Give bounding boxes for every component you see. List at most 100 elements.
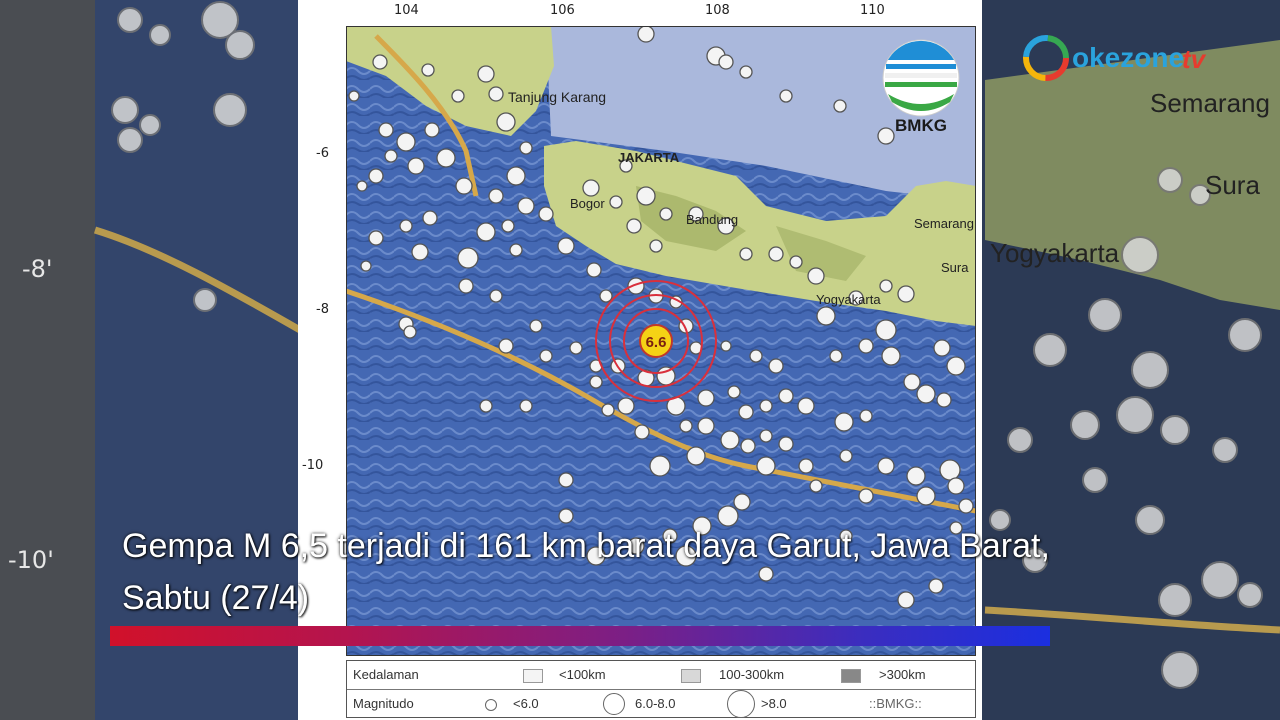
bg-place-yogyakarta: Yogyakarta: [990, 238, 1120, 268]
earthquake-event-marker: [679, 419, 693, 433]
legend-mag-item: 6.0-8.0: [635, 696, 676, 711]
earthquake-event-marker: [839, 449, 853, 463]
legend-depth-swatch: [681, 669, 701, 683]
earthquake-event-marker: [834, 412, 854, 432]
place-yogyakarta: Yogyakarta: [816, 292, 881, 307]
earthquake-event-marker: [809, 479, 823, 493]
earthquake-event-marker: [517, 197, 535, 215]
earthquake-event-marker: [656, 366, 676, 386]
earthquake-event-marker: [877, 457, 895, 475]
earthquake-event-marker: [378, 122, 394, 138]
earthquake-event-marker: [779, 89, 793, 103]
earthquake-event-marker: [807, 267, 825, 285]
bg-place-surabaya: Sura: [1205, 170, 1260, 200]
lat-tick: -8: [316, 302, 329, 317]
earthquake-event-marker: [778, 388, 794, 404]
legend-mag-medium-icon: [603, 693, 625, 715]
earthquake-event-marker: [360, 260, 372, 272]
earthquake-event-marker: [455, 177, 473, 195]
earthquake-event-marker: [601, 403, 615, 417]
earthquake-event-marker: [686, 446, 706, 466]
legend-mag-large-icon: [727, 690, 755, 718]
legend-magnitude-row: Magnitudo <6.0 6.0-8.0 >8.0 ::BMKG::: [347, 690, 975, 718]
earthquake-event-marker: [718, 54, 734, 70]
okezone-tv-suffix: tv: [1182, 44, 1206, 74]
earthquake-event-marker: [582, 179, 600, 197]
legend-depth-item: 100-300km: [719, 667, 785, 682]
earthquake-event-marker: [859, 409, 873, 423]
earthquake-event-marker: [649, 455, 671, 477]
earthquake-event-marker: [720, 340, 732, 352]
earthquake-event-marker: [407, 157, 425, 175]
earthquake-event-marker: [759, 399, 773, 413]
place-semarang: Semarang: [914, 216, 974, 231]
earthquake-event-marker: [768, 358, 784, 374]
lon-tick: 104: [394, 3, 419, 18]
earthquake-event-marker: [488, 188, 504, 204]
earthquake-event-marker: [356, 180, 368, 192]
earthquake-event-marker: [797, 397, 815, 415]
lon-tick: 108: [705, 3, 730, 18]
earthquake-event-marker: [903, 373, 921, 391]
place-bogor: Bogor: [570, 196, 605, 211]
earthquake-event-marker: [768, 246, 784, 262]
earthquake-event-marker: [421, 63, 435, 77]
earthquake-event-marker: [479, 399, 493, 413]
earthquake-event-marker: [720, 430, 740, 450]
earthquake-event-marker: [436, 148, 456, 168]
earthquake-event-marker: [557, 237, 575, 255]
earthquake-event-marker: [368, 230, 384, 246]
earthquake-event-marker: [617, 397, 635, 415]
earthquake-event-marker: [496, 112, 516, 132]
caption-line-2: Sabtu (27/4): [122, 579, 310, 617]
earthquake-event-marker: [403, 325, 417, 339]
legend-credit: ::BMKG::: [869, 696, 922, 711]
caption-gradient-bar: [110, 626, 1050, 646]
earthquake-event-marker: [396, 132, 416, 152]
legend-mag-item: <6.0: [513, 696, 539, 711]
earthquake-event-marker: [589, 375, 603, 389]
earthquake-event-marker: [936, 392, 952, 408]
earthquake-event-marker: [477, 65, 495, 83]
earthquake-event-marker: [348, 90, 360, 102]
lon-tick: 110: [860, 3, 885, 18]
bmkg-logo: BMKG: [882, 39, 960, 134]
bg-place-semarang: Semarang: [1150, 88, 1270, 118]
earthquake-event-marker: [368, 168, 384, 184]
legend-mag-small-icon: [485, 699, 497, 711]
earthquake-event-marker: [881, 346, 901, 366]
earthquake-event-marker: [738, 404, 754, 420]
earthquake-event-marker: [422, 210, 438, 226]
earthquake-event-marker: [739, 247, 753, 261]
earthquake-event-marker: [756, 456, 776, 476]
earthquake-event-marker: [739, 65, 753, 79]
earthquake-event-marker: [372, 54, 388, 70]
earthquake-event-marker: [609, 195, 623, 209]
earthquake-event-marker: [509, 243, 523, 257]
earthquake-event-marker: [875, 319, 897, 341]
lat-tick: -6: [316, 146, 329, 161]
earthquake-event-marker: [749, 349, 763, 363]
bg-lat-label: -10': [8, 546, 54, 574]
lon-tick: 106: [550, 3, 575, 18]
earthquake-event-marker: [740, 438, 756, 454]
earthquake-event-marker: [488, 86, 504, 102]
earthquake-event-marker: [697, 389, 715, 407]
earthquake-event-marker: [946, 356, 966, 376]
earthquake-event-marker: [458, 278, 474, 294]
earthquake-event-marker: [451, 89, 465, 103]
earthquake-event-marker: [947, 477, 965, 495]
earthquake-event-marker: [789, 255, 803, 269]
earthquake-event-marker: [697, 417, 715, 435]
earthquake-event-marker: [626, 218, 642, 234]
earthquake-event-marker: [879, 279, 893, 293]
earthquake-event-marker: [958, 498, 974, 514]
bg-lat-label: -8': [22, 255, 53, 283]
earthquake-event-marker: [519, 141, 533, 155]
legend-depth-item: <100km: [559, 667, 606, 682]
news-caption: Gempa M 6,5 terjadi di 161 km barat daya…: [122, 520, 1222, 624]
legend-mag-item: >8.0: [761, 696, 787, 711]
earthquake-event-marker: [659, 207, 673, 221]
earthquake-event-marker: [778, 436, 794, 452]
earthquake-event-marker: [599, 289, 613, 303]
